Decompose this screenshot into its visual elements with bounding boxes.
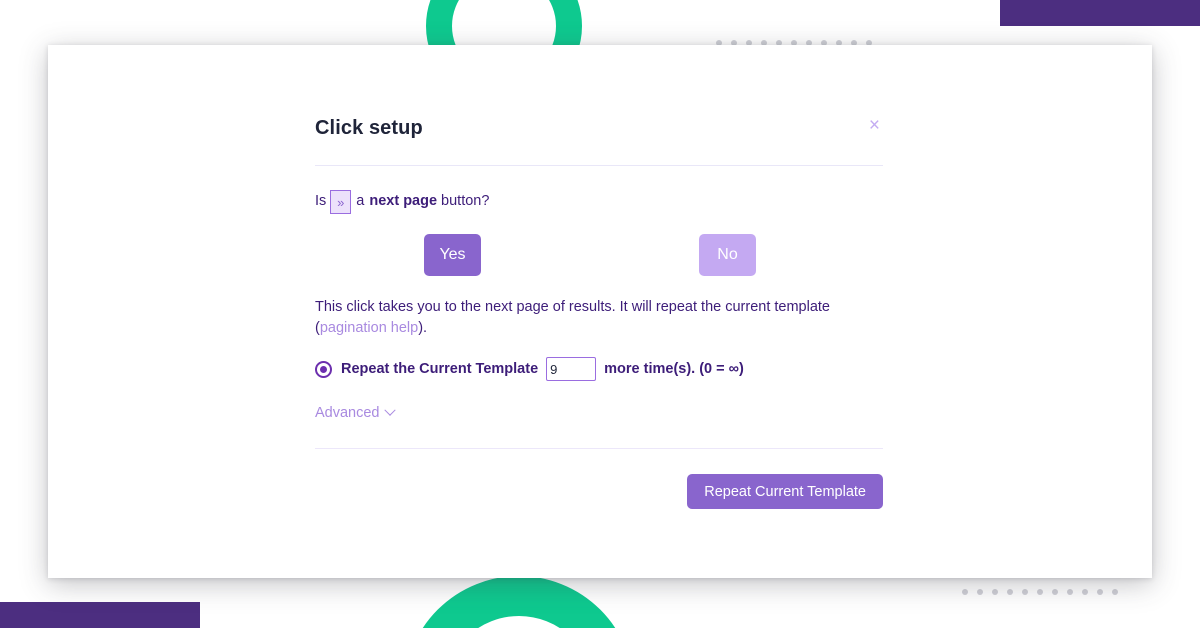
question-middle-text: a <box>356 193 365 210</box>
dot <box>977 589 983 595</box>
advanced-toggle-label: Advanced <box>315 405 380 422</box>
description-text: This click takes you to the next page of… <box>315 297 835 338</box>
question-bold-text: next page <box>369 193 438 210</box>
repeat-label-before: Repeat the Current Template <box>341 361 539 378</box>
modal-footer: Repeat Current Template <box>315 474 883 510</box>
repeat-template-option-row: Repeat the Current Template more time(s)… <box>315 357 883 382</box>
repeat-label-after: more time(s). (0 = ∞) <box>604 361 744 378</box>
repeat-count-input[interactable] <box>546 357 597 382</box>
modal-header: Click setup × <box>315 45 883 138</box>
repeat-current-template-button[interactable]: Repeat Current Template <box>687 474 883 510</box>
choice-row: Yes No <box>315 234 883 276</box>
pagination-help-link[interactable]: pagination help <box>320 320 418 336</box>
footer-divider <box>315 448 883 450</box>
purple-bar-top-right-decoration <box>1000 0 1200 26</box>
close-icon[interactable]: × <box>866 114 883 137</box>
dot <box>1097 589 1103 595</box>
dot <box>962 589 968 595</box>
dot <box>1037 589 1043 595</box>
header-divider <box>315 165 883 166</box>
page-title: Click setup <box>315 117 423 139</box>
selector-chip[interactable]: » <box>330 190 352 214</box>
dot <box>992 589 998 595</box>
advanced-toggle[interactable]: Advanced <box>315 404 396 422</box>
dot <box>1082 589 1088 595</box>
dot <box>1067 589 1073 595</box>
teal-ring-bottom-decoration <box>404 576 634 628</box>
click-setup-modal: Click setup × Is » a next page button? Y… <box>48 45 1152 578</box>
dot <box>1052 589 1058 595</box>
purple-bar-bottom-left-decoration <box>0 602 200 628</box>
repeat-template-radio[interactable] <box>315 360 332 378</box>
dot <box>1007 589 1013 595</box>
description-after: ). <box>418 319 428 336</box>
dot <box>1022 589 1028 595</box>
question-prefix-text: Is <box>315 193 327 210</box>
chevron-down-icon <box>383 404 396 416</box>
dot-row <box>962 589 1118 595</box>
question-row: Is » a next page button? <box>315 190 883 214</box>
yes-button[interactable]: Yes <box>424 234 481 276</box>
no-button[interactable]: No <box>699 234 756 276</box>
question-suffix-text: button? <box>441 193 490 210</box>
dot <box>1112 589 1118 595</box>
